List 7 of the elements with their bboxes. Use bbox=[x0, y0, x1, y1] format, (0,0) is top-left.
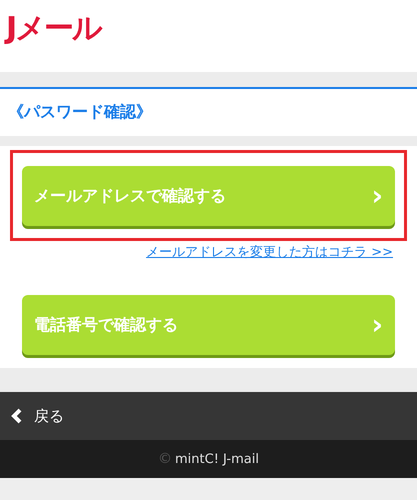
copyright-text: mintC! J-mail bbox=[175, 452, 259, 466]
logo[interactable]: Jメール bbox=[6, 8, 102, 48]
page-title: 《パスワード確認》 bbox=[8, 102, 152, 123]
back-icon bbox=[10, 408, 22, 424]
back-button[interactable]: 戻る bbox=[0, 392, 417, 440]
change-email-link[interactable]: メールアドレスを変更した方はコチラ >> bbox=[146, 243, 393, 261]
copyright-icon: © bbox=[158, 451, 172, 467]
